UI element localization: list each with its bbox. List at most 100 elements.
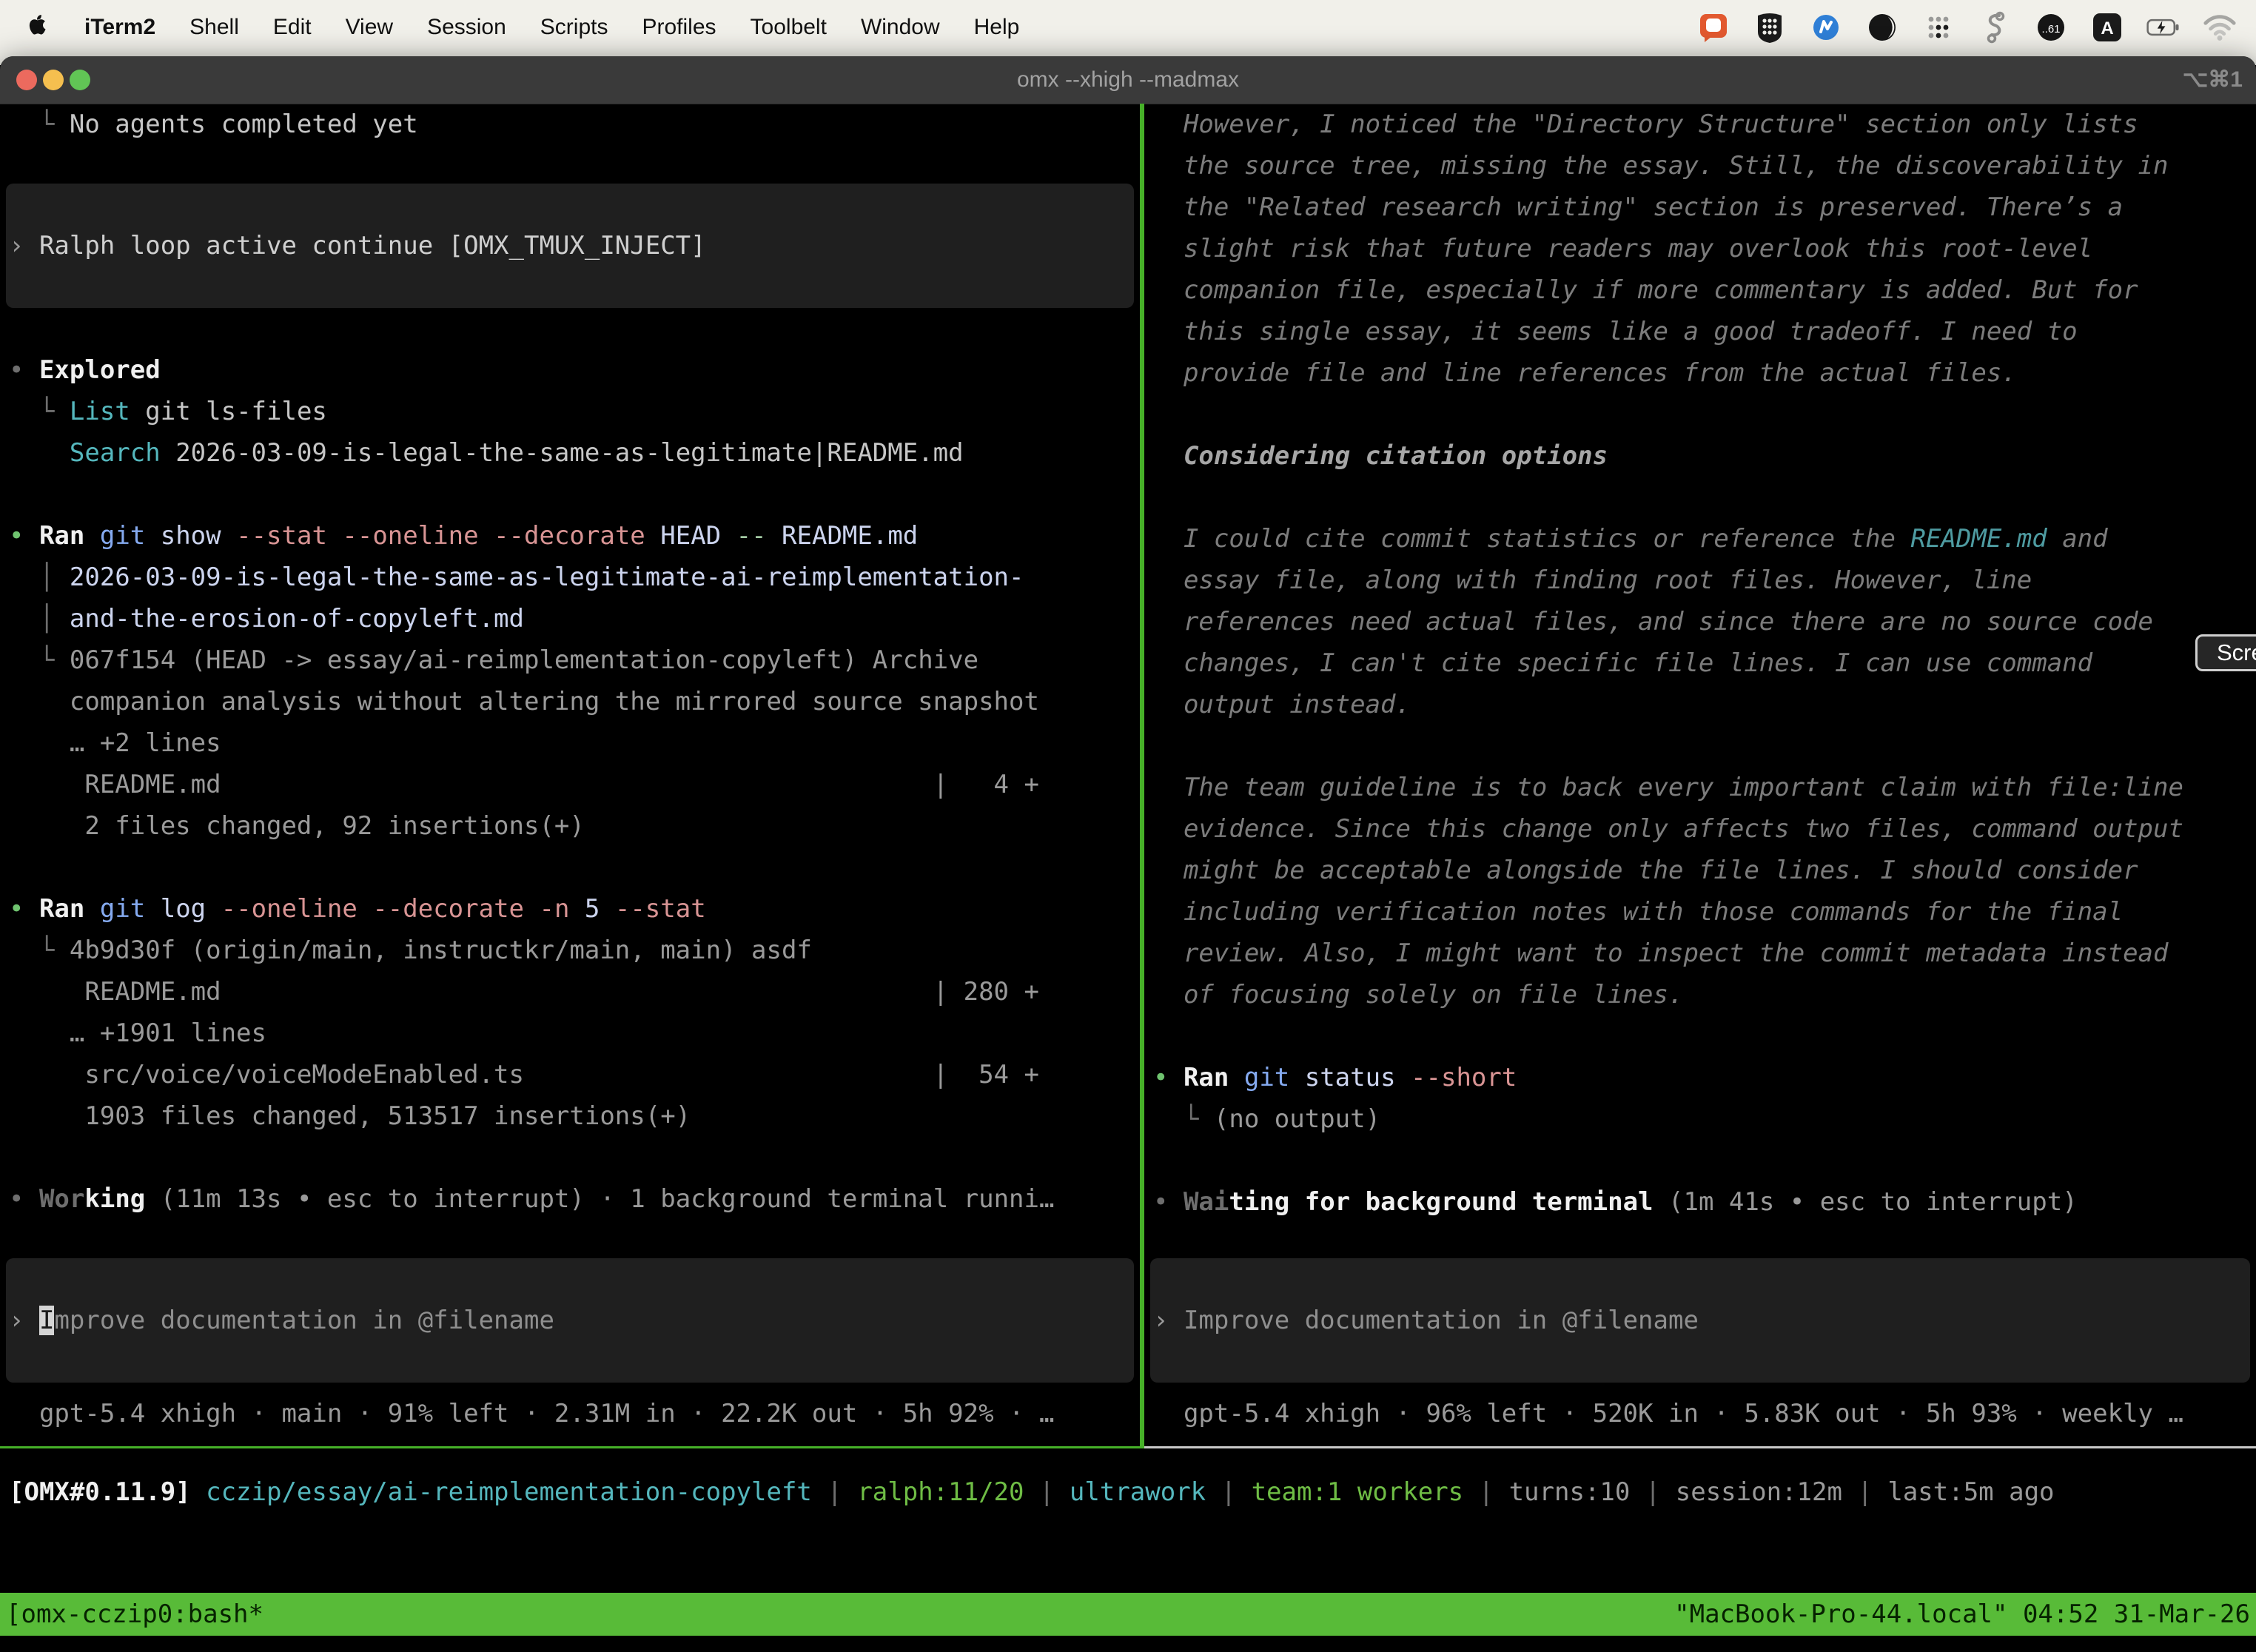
terminal-line [9, 847, 1140, 888]
squiggle-icon[interactable] [1978, 10, 2012, 44]
terminal-line: provide file and line references from th… [1153, 352, 2256, 394]
menu-item-shell[interactable]: Shell [189, 15, 239, 40]
terminal-line: • Explored [9, 349, 1140, 391]
battery-gauge-61-icon[interactable]: ..61 [2034, 10, 2068, 44]
terminal-line: output instead. [1153, 684, 2256, 725]
terminal-line: Considering citation options [1153, 435, 2256, 477]
menu-item-iterm2[interactable]: iTerm2 [84, 15, 155, 40]
menu-item-session[interactable]: Session [427, 15, 506, 40]
terminal-line: … +2 lines [9, 722, 1140, 764]
terminal-pane-left[interactable]: └ No agents completed yet › Ralph loop a… [0, 104, 1140, 1652]
terminal-line: │ and-the-erosion-of-copyleft.md [9, 598, 1140, 639]
apple-icon [27, 13, 46, 36]
wifi-icon[interactable] [2203, 10, 2237, 44]
left-command-box[interactable]: › Ralph loop active continue [OMX_TMUX_I… [6, 184, 1134, 308]
moon-toggle-icon[interactable] [1865, 10, 1899, 44]
terminal-line: the source tree, missing the essay. Stil… [1153, 145, 2256, 187]
terminal-line [9, 474, 1140, 515]
keypad-shield-icon[interactable] [1753, 10, 1787, 44]
terminal-line: of focusing solely on file lines. [1153, 974, 2256, 1015]
window-title: omx --xhigh --madmax [0, 56, 2256, 104]
terminal-line: └ No agents completed yet [9, 104, 1140, 145]
terminal-line [1153, 1140, 2256, 1181]
terminal-line: companion file, especially if more comme… [1153, 269, 2256, 311]
terminal-line: › Improve documentation in @filename [1153, 1300, 1699, 1341]
right-pane-body: However, I noticed the "Directory Struct… [1153, 104, 2256, 1223]
terminal-line: 2 files changed, 92 insertions(+) [9, 805, 1140, 847]
dots-grid-icon[interactable] [1921, 10, 1955, 44]
left-pane-body: • Explored └ List git ls-files Search 20… [9, 349, 1140, 1220]
terminal-line: I could cite commit statistics or refere… [1153, 518, 2256, 560]
terminal-line: • Working (11m 13s • esc to interrupt) ·… [9, 1178, 1140, 1220]
terminal-line: • Ran git status --short [1153, 1057, 2256, 1098]
battery-gauge-label: ..61 [2041, 23, 2060, 36]
right-status-line: gpt-5.4 xhigh · 96% left · 520K in · 5.8… [1153, 1393, 2256, 1434]
terminal-line: review. Also, I might want to inspect th… [1153, 933, 2256, 974]
right-pane-bottom-divider [1144, 1446, 2256, 1448]
terminal-line: └ 4b9d30f (origin/main, instructkr/main,… [9, 930, 1140, 971]
terminal-line: evidence. Since this change only affects… [1153, 808, 2256, 850]
menu-item-help[interactable]: Help [974, 15, 1020, 40]
terminal-line: README.md | 280 + [9, 971, 1140, 1013]
terminal-line: references need actual files, and since … [1153, 601, 2256, 642]
menu-item-window[interactable]: Window [861, 15, 940, 40]
battery-charging-icon[interactable] [2146, 10, 2181, 44]
iterm2-window: omx --xhigh --madmax ⌥⌘1 └ No agents com… [0, 56, 2256, 1652]
terminal-line: README.md | 4 + [9, 764, 1140, 805]
tmux-status-bar: [omx-cczip0:bash* "MacBook-Pro-44.local"… [0, 1593, 2256, 1636]
terminal-line: gpt-5.4 xhigh · main · 91% left · 2.31M … [9, 1393, 1140, 1434]
sync-badge-icon[interactable] [1809, 10, 1843, 44]
terminal-line: However, I noticed the "Directory Struct… [1153, 104, 2256, 145]
chat-bubble-icon[interactable] [1696, 10, 1730, 44]
terminal-line: The team guideline is to back every impo… [1153, 767, 2256, 808]
terminal-line: └ List git ls-files [9, 391, 1140, 432]
left-status-line: gpt-5.4 xhigh · main · 91% left · 2.31M … [9, 1393, 1140, 1434]
terminal-line: • Ran git show --stat --oneline --decora… [9, 515, 1140, 557]
terminal-line: slight risk that future readers may over… [1153, 228, 2256, 269]
terminal-line [1153, 1015, 2256, 1057]
left-pane-top: └ No agents completed yet [9, 104, 1140, 145]
screen-share-chip[interactable]: Scre [2195, 634, 2256, 671]
screen-share-chip-label: Scre [2217, 639, 2256, 666]
terminal-line: └ 067f154 (HEAD -> essay/ai-reimplementa… [9, 639, 1140, 681]
terminal-line: companion analysis without altering the … [9, 681, 1140, 722]
terminal-line: the "Related research writing" section i… [1153, 187, 2256, 228]
left-prompt-input[interactable]: › Improve documentation in @filename [6, 1258, 1134, 1383]
terminal-line: src/voice/voiceModeEnabled.ts | 54 + [9, 1054, 1140, 1095]
window-shortcut-hint: ⌥⌘1 [2183, 56, 2243, 104]
left-pane-bottom-divider [0, 1446, 1140, 1448]
window-title-bar[interactable]: omx --xhigh --madmax ⌥⌘1 [0, 56, 2256, 104]
terminal-line: this single essay, it seems like a good … [1153, 311, 2256, 352]
menu-item-edit[interactable]: Edit [273, 15, 312, 40]
terminal-line: might be acceptable alongside the file l… [1153, 850, 2256, 891]
terminal-line: gpt-5.4 xhigh · 96% left · 520K in · 5.8… [1153, 1393, 2256, 1434]
menu-item-view[interactable]: View [346, 15, 393, 40]
menu-items: iTerm2 Shell Edit View Session Scripts P… [0, 13, 1019, 42]
menu-bar: iTerm2 Shell Edit View Session Scripts P… [0, 0, 2256, 55]
terminal-line [1153, 394, 2256, 435]
terminal-line [1153, 477, 2256, 518]
terminal-line: changes, I can't cite specific file line… [1153, 642, 2256, 684]
terminal-line: │ 2026-03-09-is-legal-the-same-as-legiti… [9, 557, 1140, 598]
menu-item-profiles[interactable]: Profiles [642, 15, 716, 40]
terminal-line: Search 2026-03-09-is-legal-the-same-as-l… [9, 432, 1140, 474]
apple-menu[interactable] [27, 13, 50, 42]
menu-item-scripts[interactable]: Scripts [540, 15, 608, 40]
menu-status-icons: ..61 A [1696, 10, 2256, 44]
terminal-line: essay file, along with finding root file… [1153, 560, 2256, 601]
tmux-session-label: [omx-cczip0:bash* [0, 1593, 263, 1636]
terminal-line: › Ralph loop active continue [OMX_TMUX_I… [9, 225, 706, 266]
terminal-line: including verification notes with those … [1153, 891, 2256, 933]
right-prompt-input[interactable]: › Improve documentation in @filename [1150, 1258, 2250, 1383]
input-source-a-icon[interactable]: A [2090, 10, 2124, 44]
terminal-line: 1903 files changed, 513517 insertions(+) [9, 1095, 1140, 1137]
input-source-label: A [2101, 19, 2113, 38]
omx-status-bar: [OMX#0.11.9] cczip/essay/ai-reimplementa… [9, 1471, 2252, 1513]
terminal-line: … +1901 lines [9, 1013, 1140, 1054]
terminal-line: › Improve documentation in @filename [9, 1300, 554, 1341]
terminal-pane-right[interactable]: However, I noticed the "Directory Struct… [1144, 104, 2256, 1652]
terminal-line: • Waiting for background terminal (1m 41… [1153, 1181, 2256, 1223]
terminal-line: • Ran git log --oneline --decorate -n 5 … [9, 888, 1140, 930]
terminal-line [1153, 725, 2256, 767]
menu-item-toolbelt[interactable]: Toolbelt [751, 15, 827, 40]
